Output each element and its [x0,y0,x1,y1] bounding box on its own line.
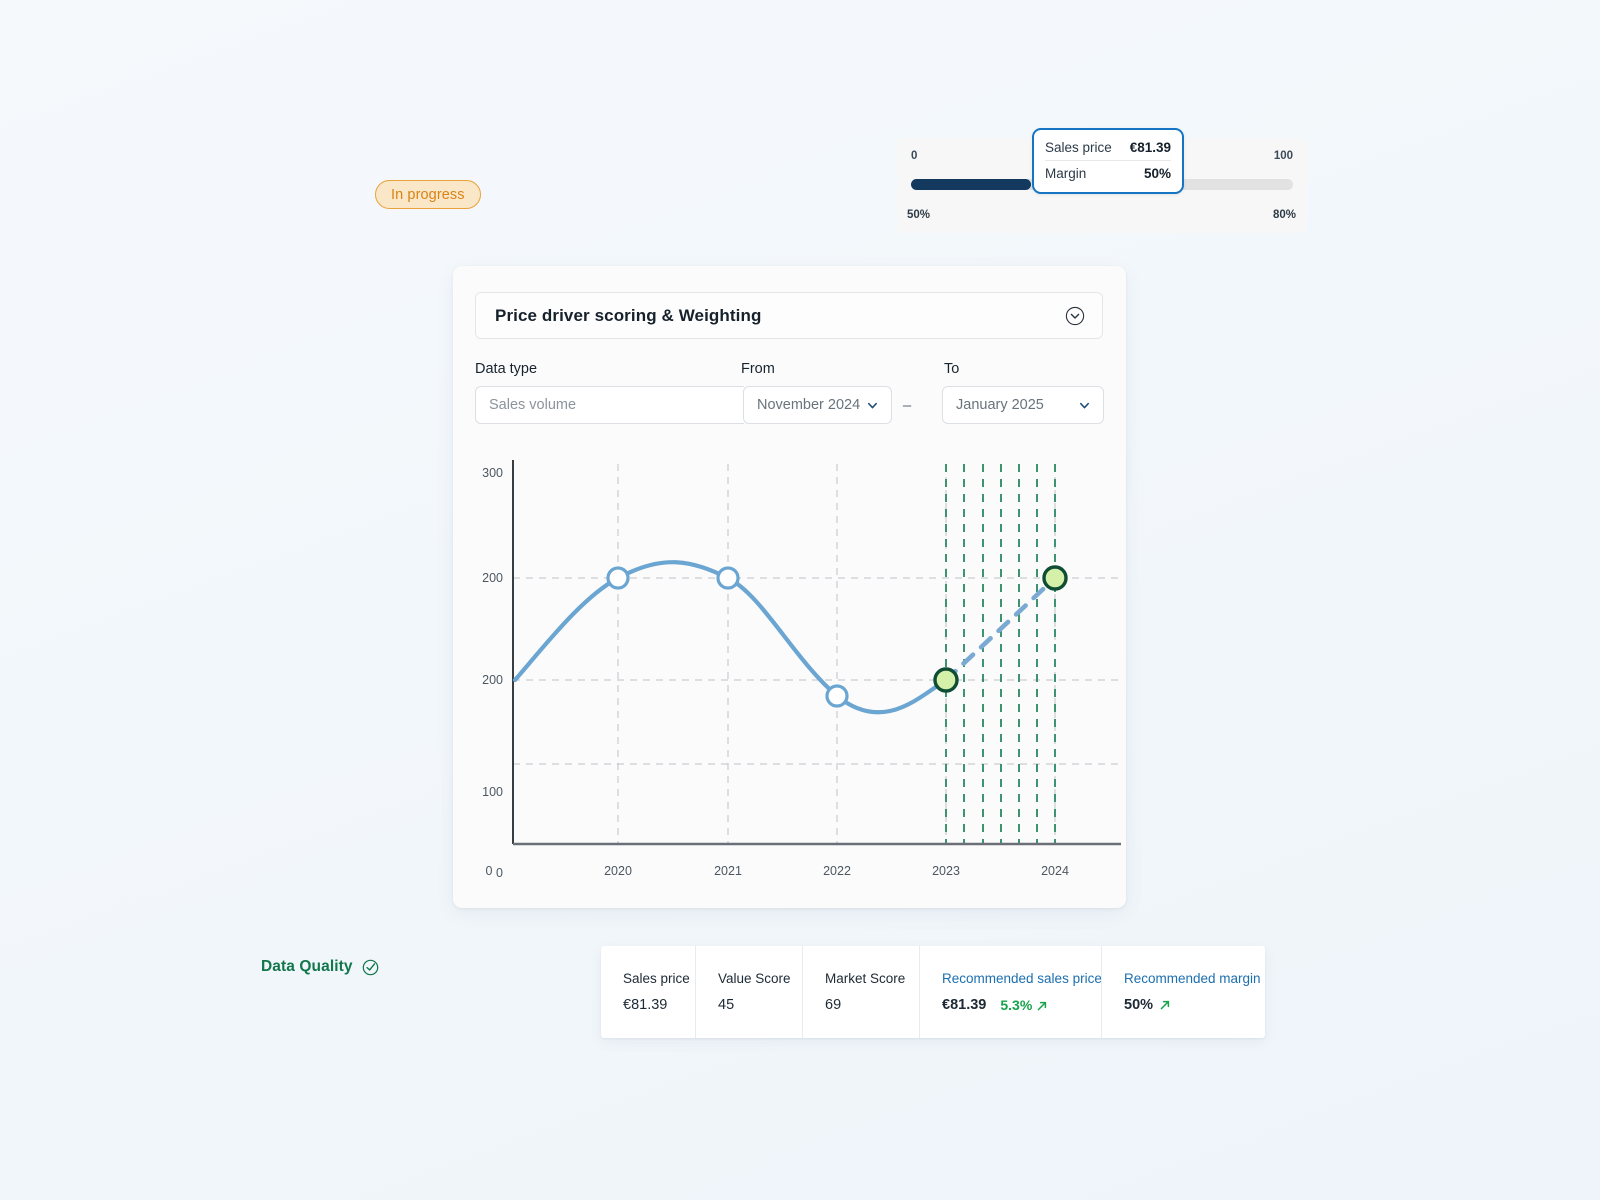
metric-market-score: Market Score 69 [802,946,919,1038]
metric-delta: 5.3% [1000,997,1048,1013]
data-type-placeholder: Sales volume [489,397,576,413]
y-tick-0: 0 [496,866,503,880]
tooltip-sales-price-label: Sales price [1045,140,1112,155]
x-tick-2020: 2020 [604,864,632,878]
metric-label: Market Score [825,971,919,986]
metrics-bar: Sales price €81.39 Value Score 45 Market… [601,946,1265,1038]
metric-amount: €81.39 [623,997,667,1013]
chevron-down-icon [1078,399,1091,412]
metric-label: Recommended sales price [942,971,1101,986]
data-quality-label: Data Quality [261,958,353,976]
chevron-down-circle-icon[interactable] [1065,306,1085,326]
label-data-type: Data type [475,361,537,377]
arrow-up-right-icon [1036,999,1048,1011]
data-point-2023-highlight[interactable] [935,669,957,691]
slider-range-min-label: 50% [907,209,930,221]
slider-scale-max-label: 100 [1274,150,1293,162]
data-point-2024-highlight[interactable] [1044,567,1066,589]
arrow-up-right-icon [1159,999,1171,1011]
metric-amount: 69 [825,997,841,1013]
tooltip-sales-price-value: €81.39 [1130,140,1171,155]
metric-value: 69 [825,997,919,1013]
label-from: From [741,361,775,377]
label-to: To [944,361,959,377]
data-type-from-group: Sales volume November 2024 [475,386,892,424]
to-select-value: January 2025 [956,397,1044,413]
status-badge-label: In progress [391,187,465,203]
y-tick-100: 100 [482,785,503,799]
slider-fill[interactable] [911,179,1031,190]
card-header[interactable]: Price driver scoring & Weighting [475,292,1103,339]
slider-scale-min-label: 0 [911,150,917,162]
from-select-value: November 2024 [757,397,860,413]
metric-label: Sales price [623,971,695,986]
y-tick-200b: 200 [482,673,503,687]
filter-labels-row: Data type From To [475,361,1105,381]
range-separator: – [899,397,915,414]
from-select[interactable]: November 2024 [743,386,892,424]
data-point-2020[interactable] [608,568,628,588]
metric-label: Recommended margin [1124,971,1265,986]
status-badge: In progress [375,180,481,209]
x-tick-2022: 2022 [823,864,851,878]
metric-value: €81.39 5.3% [942,997,1101,1013]
metric-delta-value: 5.3% [1000,997,1032,1013]
tooltip-row-sales-price: Sales price €81.39 [1045,135,1171,161]
metric-value: 45 [718,997,802,1013]
slider-range-max-label: 80% [1273,209,1296,221]
x-tick-2023: 2023 [932,864,960,878]
x-tick-0: 0 [486,864,493,878]
x-tick-2021: 2021 [714,864,742,878]
metric-value: €81.39 [623,997,695,1013]
forecast-band-lines [946,464,1055,843]
price-driver-card: Price driver scoring & Weighting Data ty… [453,266,1126,908]
check-circle-icon [362,959,379,976]
metric-value-score: Value Score 45 [695,946,802,1038]
tooltip-margin-value: 50% [1144,166,1171,181]
metric-recommended-sales-price: Recommended sales price €81.39 5.3% [919,946,1101,1038]
chart-svg: 300 200 200 100 0 [463,448,1123,888]
y-tick-300: 300 [482,466,503,480]
metric-value: 50% [1124,997,1265,1013]
metric-amount: 50% [1124,997,1153,1013]
data-point-2021[interactable] [718,568,738,588]
to-select[interactable]: January 2025 [942,386,1104,424]
sales-volume-chart: 300 200 200 100 0 [463,448,1123,888]
vertical-gridlines [618,464,1055,843]
metric-amount: 45 [718,997,734,1013]
y-tick-200a: 200 [482,571,503,585]
data-type-input[interactable]: Sales volume [475,386,744,424]
data-point-2022[interactable] [827,686,847,706]
y-axis-tick-labels: 300 200 200 100 0 [482,466,503,880]
metric-recommended-margin: Recommended margin 50% [1101,946,1265,1038]
slider-value-tooltip: Sales price €81.39 Margin 50% [1032,128,1184,194]
chevron-down-icon [866,399,879,412]
metric-sales-price: Sales price €81.39 [601,946,695,1038]
data-quality-indicator: Data Quality [261,958,379,976]
metric-label: Value Score [718,971,802,986]
tooltip-row-margin: Margin 50% [1045,161,1171,186]
price-margin-slider-panel: 0 100 50% 80% Sales price €81.39 Margin … [897,138,1307,233]
x-axis-tick-labels: 0 2020 2021 2022 2023 2024 [486,864,1069,878]
tooltip-margin-label: Margin [1045,166,1086,181]
page-root: In progress 0 100 50% 80% Sales price €8… [0,0,1600,1200]
x-tick-2024: 2024 [1041,864,1069,878]
metric-amount: €81.39 [942,997,986,1013]
page-title: Price driver scoring & Weighting [495,306,761,326]
